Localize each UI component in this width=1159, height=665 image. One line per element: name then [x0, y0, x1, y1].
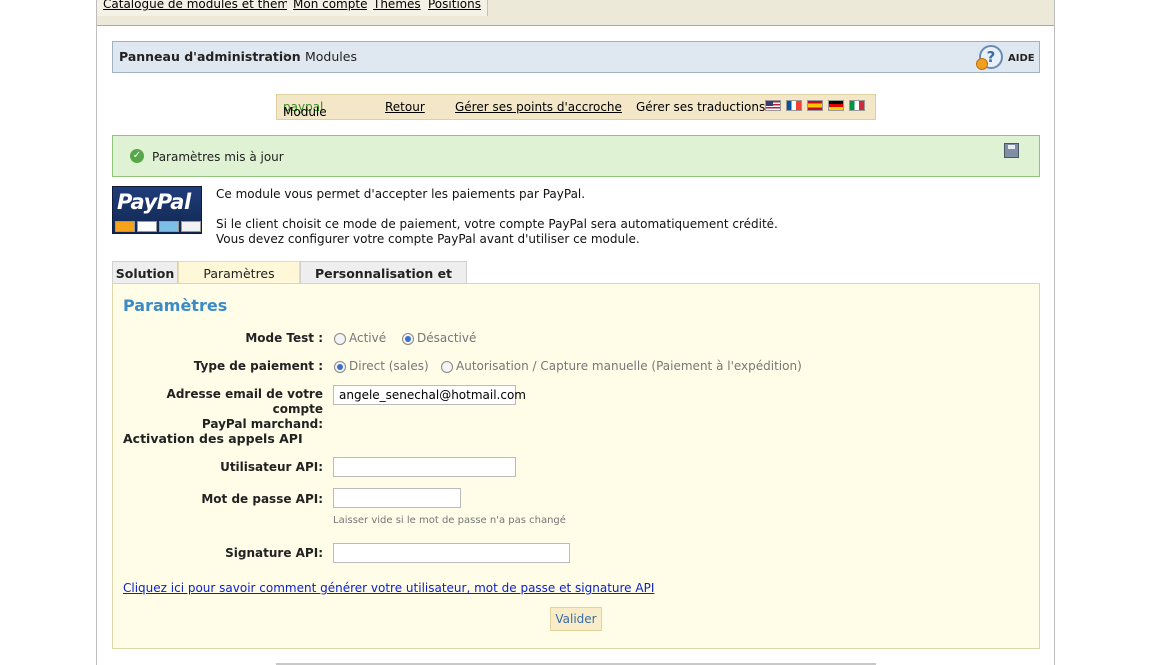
- page: Catalogue de modules et thèmes Mon compt…: [96, 0, 1055, 665]
- nav-themes[interactable]: Thèmes: [367, 0, 428, 16]
- intro-line-2: Si le client choisit ce mode de paiement…: [216, 217, 778, 231]
- nav-positions[interactable]: Positions: [422, 0, 488, 16]
- api-password-input[interactable]: [333, 488, 461, 508]
- card-logos: [115, 221, 201, 232]
- nav-mon-compte[interactable]: Mon compte: [287, 0, 375, 16]
- api-password-hint: Laisser vide si le mot de passe n'a pas …: [333, 515, 566, 526]
- hooks-link[interactable]: Gérer ses points d'accroche: [455, 100, 622, 114]
- panel-title: Paramètres: [123, 296, 228, 315]
- es-flag-icon[interactable]: [807, 100, 823, 111]
- discover-icon: [181, 221, 201, 232]
- confirmation-message: Paramètres mis à jour: [152, 150, 284, 164]
- paypal-logo-text: PayPal: [117, 190, 191, 214]
- mode-test-label: Mode Test :: [245, 331, 323, 345]
- breadcrumb-root[interactable]: Panneau d'administration: [119, 49, 301, 64]
- visa-icon: [137, 221, 157, 232]
- payment-direct-radio[interactable]: [334, 361, 346, 373]
- en-flag-icon[interactable]: [765, 100, 781, 111]
- help-icon[interactable]: ?: [976, 45, 1003, 70]
- top-nav: Catalogue de modules et thèmes Mon compt…: [97, 0, 1054, 26]
- mode-test-inactive-radio[interactable]: [402, 333, 414, 345]
- breadcrumb-separator-icon: ›: [283, 48, 289, 64]
- api-user-label: Utilisateur API:: [220, 460, 323, 474]
- mode-test-active-radio[interactable]: [334, 333, 346, 345]
- save-icon[interactable]: [1004, 143, 1019, 158]
- nav-catalogue[interactable]: Catalogue de modules et thèmes: [97, 0, 310, 16]
- settings-panel: Paramètres Mode Test : Activé Désactivé …: [112, 283, 1040, 649]
- amex-icon: [159, 221, 179, 232]
- mode-test-active-label[interactable]: Activé: [349, 331, 386, 345]
- payment-type-label: Type de paiement :: [193, 359, 323, 373]
- de-flag-icon[interactable]: [828, 100, 844, 111]
- it-flag-icon[interactable]: [849, 100, 865, 111]
- api-section-title: Activation des appels API: [123, 431, 303, 446]
- confirmation-box: ✓ Paramètres mis à jour: [112, 135, 1040, 177]
- email-label: Adresse email de votre compte PayPal marc…: [166, 387, 323, 431]
- module-bar: Module paypal Retour Gérer ses points d'…: [276, 94, 876, 120]
- module-title: Module paypal: [283, 100, 327, 119]
- breadcrumb: Panneau d'administration › Modules ? AID…: [112, 41, 1040, 73]
- translations-label: Gérer ses traductions: [636, 100, 766, 114]
- email-input[interactable]: angele_senechal@hotmail.com: [333, 385, 526, 405]
- payment-authorization-label[interactable]: Autorisation / Capture manuelle (Paiemen…: [456, 359, 802, 373]
- fr-flag-icon[interactable]: [786, 100, 802, 111]
- api-signature-label: Signature API:: [225, 546, 323, 560]
- api-user-input[interactable]: [333, 457, 516, 477]
- check-icon: ✓: [130, 149, 144, 163]
- paypal-logo: PayPal: [112, 186, 202, 234]
- help-label[interactable]: AIDE: [1008, 53, 1035, 64]
- api-help-link[interactable]: Cliquez ici pour savoir comment générer …: [123, 581, 654, 595]
- tab-personnalisation[interactable]: Personnalisation et logos: [300, 261, 467, 296]
- back-link[interactable]: Retour: [385, 100, 425, 114]
- submit-button[interactable]: Valider: [550, 607, 602, 631]
- payment-authorization-radio[interactable]: [441, 361, 453, 373]
- module-description: Ce module vous permet d'accepter les pai…: [216, 187, 778, 247]
- api-password-label: Mot de passe API:: [201, 492, 323, 506]
- gear-icon: [976, 58, 988, 70]
- breadcrumb-current: Modules: [305, 49, 357, 64]
- mastercard-icon: [115, 221, 135, 232]
- payment-direct-label[interactable]: Direct (sales): [349, 359, 429, 373]
- tab-solution[interactable]: Solution: [112, 261, 178, 284]
- tab-parametres[interactable]: Paramètres: [178, 261, 300, 284]
- api-signature-input[interactable]: [333, 543, 570, 563]
- intro-line-3: Vous devez configurer votre compte PayPa…: [216, 232, 640, 246]
- intro-line-1: Ce module vous permet d'accepter les pai…: [216, 187, 586, 201]
- mode-test-inactive-label[interactable]: Désactivé: [417, 331, 476, 345]
